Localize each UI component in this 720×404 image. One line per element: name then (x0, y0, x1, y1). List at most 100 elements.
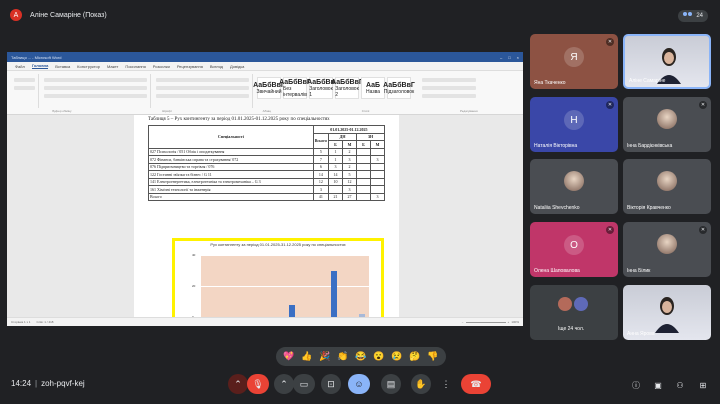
activities-icon[interactable]: ⊞ (696, 378, 710, 392)
participant-tile[interactable]: Анна Ярова (623, 285, 711, 340)
participant-tile[interactable]: Аліне Самарінe (623, 34, 711, 89)
shared-screen: Таблиця ... - Microsoft Word – □ × Файл Г… (7, 52, 523, 326)
participant-tile[interactable]: Н ✕ Наталія Вікторівна (530, 97, 618, 152)
participant-name: Анна Ярова (627, 331, 655, 337)
zoom-control[interactable]: − + 100% (462, 320, 519, 324)
word-tab[interactable]: Головна (31, 63, 49, 69)
word-tab[interactable]: Розсилки (153, 64, 170, 69)
chart-gridline (201, 255, 369, 256)
presenter-avatar: А (10, 9, 22, 21)
paragraph-group[interactable] (153, 74, 253, 108)
maximize-icon[interactable]: □ (508, 55, 510, 60)
reaction-emoji[interactable]: 🎉 (319, 351, 330, 362)
word-tab[interactable]: Посилання (125, 64, 145, 69)
word-tab[interactable]: Рецензування (177, 64, 203, 69)
captions-icon: ▤ (386, 378, 396, 389)
reaction-emoji[interactable]: 💖 (283, 351, 294, 362)
word-status-bar: Сторінка 1 з 1 Слів: 1 / 418 − + 100% (7, 317, 523, 326)
reactions-button[interactable]: ☺ (348, 374, 370, 394)
meeting-details-icon[interactable]: ⓘ (629, 378, 643, 392)
minimize-icon[interactable]: – (500, 55, 502, 60)
style-sample: АаБ (365, 81, 381, 89)
zoom-minus-icon[interactable]: − (462, 320, 464, 324)
reaction-emoji[interactable]: 👍 (301, 351, 312, 362)
style-option[interactable]: АаБбВвГ Звичайний (253, 77, 285, 99)
style-option[interactable]: АаБбВвГ Заголовок 2 (331, 77, 363, 99)
specialty-cell: 161 Хімічні технології та інженерія (148, 185, 314, 194)
presenter-chip[interactable]: А Аліне Самарінe (Показ) (10, 9, 107, 21)
style-option[interactable]: АаБбВв Заголовок 1 (307, 77, 335, 99)
zoom-slider[interactable] (465, 321, 506, 323)
reaction-emoji[interactable]: 😢 (391, 351, 402, 362)
word-tab[interactable]: Файл (15, 64, 25, 69)
people-icon[interactable]: ⚇ (673, 378, 687, 392)
word-tab[interactable]: Конструктор (77, 64, 100, 69)
style-option[interactable]: АаБ Назва (361, 77, 385, 99)
mic-options-button[interactable]: ⌃ (228, 374, 248, 394)
raise-hand-button[interactable]: ✋ (411, 374, 431, 394)
participant-tile[interactable]: О ✕ Олена Шаповалова (530, 222, 618, 277)
microphone-toggle-button[interactable]: 🎙 (247, 374, 269, 394)
participant-tile[interactable]: ✕ Інна Бардієнківська (623, 97, 711, 152)
people-count-badge[interactable]: 24 (678, 10, 708, 22)
value-cell: 27 (342, 192, 357, 201)
chart-frame[interactable]: Рух контингенту за період 01.01.2025-31.… (172, 238, 384, 317)
participant-name: Інна Білик (627, 268, 651, 274)
table-row: 027 Психологія / 051 Облік і оподаткуван… (148, 147, 385, 156)
present-icon: ⊡ (327, 378, 335, 389)
value-cell: 2 (342, 162, 357, 171)
specialty-cell: 122 Гостинні зв'язки та бізнес / G 11 (148, 170, 314, 179)
document-page[interactable]: Таблиця 5 – Рух контингенту за період 01… (134, 115, 399, 317)
word-title: Таблиця ... - Microsoft Word (11, 54, 62, 60)
participant-avatar: Я (564, 47, 584, 67)
word-tab[interactable]: Макет (107, 64, 118, 69)
more-options-button[interactable]: ⋮ (440, 374, 452, 394)
mic-off-icon: ✕ (606, 226, 614, 234)
clipboard-group[interactable] (11, 74, 39, 108)
word-tab[interactable]: Довідка (230, 64, 244, 69)
header-zn: ЗН (356, 132, 385, 141)
chart-title: Рух контингенту за період 01.01.2025-31.… (210, 242, 346, 247)
value-cell (370, 177, 385, 186)
captions-button[interactable]: ▤ (381, 374, 401, 394)
style-option[interactable]: АаБбВвГ Підзаголовок (383, 77, 415, 99)
ribbon-group-label: Стилі (361, 109, 370, 113)
font-group[interactable] (41, 74, 151, 108)
participant-tile[interactable]: ✕ Інна Білик (623, 222, 711, 277)
participant-name: Іще 24 чол. (558, 326, 585, 332)
reaction-emoji[interactable]: 👏 (337, 351, 348, 362)
participant-avatar (657, 171, 677, 191)
value-cell: 10 (328, 177, 343, 186)
reaction-emoji[interactable]: 👎 (427, 351, 438, 362)
chat-icon[interactable]: ▣ (651, 378, 665, 392)
participant-tile[interactable]: Я ✕ Яна Ткаченко (530, 34, 618, 89)
hand-icon: ✋ (415, 378, 427, 389)
hang-up-icon: ☎ (470, 378, 482, 389)
value-cell: 14 (312, 170, 330, 179)
word-tab[interactable]: Вставка (55, 64, 70, 69)
reaction-emoji[interactable]: 🤔 (409, 351, 420, 362)
zoom-plus-icon[interactable]: + (508, 320, 510, 324)
chevron-up-icon: ⌃ (234, 378, 242, 389)
word-tab[interactable]: Вигляд (210, 64, 223, 69)
close-icon[interactable]: × (517, 55, 519, 60)
participant-name: Наталія Вікторівна (534, 143, 578, 149)
participant-name: Аліне Самарінe (629, 78, 666, 84)
chart-bar (289, 304, 295, 317)
leave-call-button[interactable]: ☎ (461, 374, 491, 394)
participant-tile[interactable]: Nataliia Shevchenko (530, 159, 618, 214)
style-option[interactable]: АаБбВвГ Без інтервалів (279, 77, 311, 99)
participant-tile[interactable]: Вікторія Кравченко (623, 159, 711, 214)
camera-options-button[interactable]: ⌃ (274, 374, 294, 394)
editing-group[interactable] (419, 74, 479, 108)
reaction-emoji[interactable]: 😮 (373, 351, 384, 362)
camera-toggle-button[interactable]: ▭ (293, 374, 315, 394)
present-screen-button[interactable]: ⊡ (321, 374, 341, 394)
participant-tile[interactable]: Іще 24 чол. (530, 285, 618, 340)
word-menu-tabs: Файл Головна Вставка Конструктор Макет Посила… (7, 62, 523, 71)
reaction-emoji[interactable]: 😂 (355, 351, 366, 362)
people-icon (683, 12, 693, 20)
specialty-cell: Всього (148, 192, 314, 201)
style-name: Заголовок 1 (309, 85, 333, 98)
subheader-b: Б (356, 140, 371, 149)
